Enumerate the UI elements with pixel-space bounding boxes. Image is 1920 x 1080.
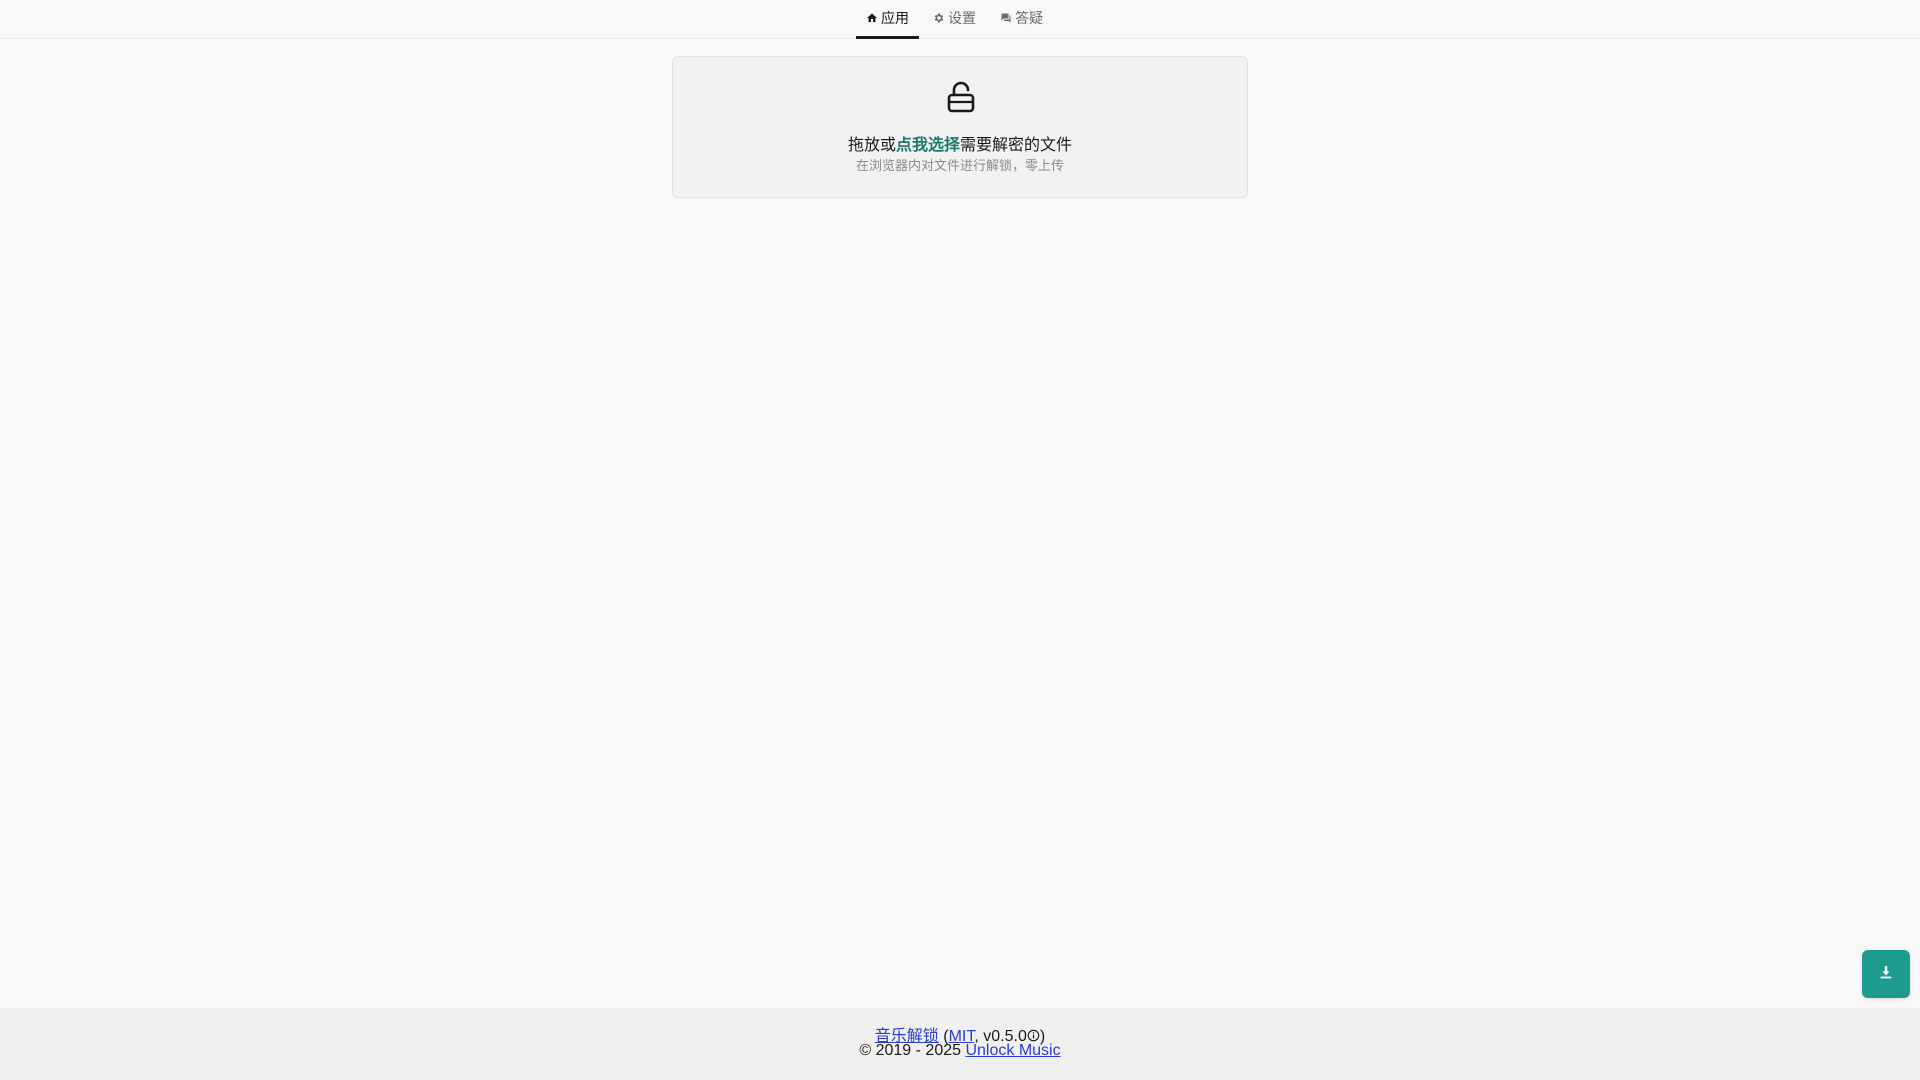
tab-settings-label: 设置 [948, 10, 976, 26]
home-icon [866, 12, 878, 24]
footer-copyright: © 2019 - 2025 Unlock Music [0, 1042, 1920, 1060]
tab-faq-label: 答疑 [1015, 10, 1043, 26]
footer: 音乐解锁 (MIT, v0.5.0) © 2019 - 2025 Unlock … [0, 1008, 1920, 1080]
download-all-button[interactable] [1862, 950, 1910, 998]
dropzone-title-prefix: 拖放或 [847, 137, 896, 154]
gear-icon [933, 12, 945, 24]
top-nav: 应用 设置 答疑 [0, 0, 1920, 39]
chat-icon [1000, 12, 1012, 24]
unlock-icon [946, 81, 976, 118]
tab-app[interactable]: 应用 [856, 0, 919, 39]
select-file-link[interactable]: 点我选择 [896, 137, 960, 154]
tab-faq[interactable]: 答疑 [990, 0, 1053, 39]
download-icon [1879, 965, 1893, 984]
dropzone-subtitle: 在浏览器内对文件进行解锁，零上传 [855, 158, 1064, 173]
copyright-text: © 2019 - 2025 [859, 1042, 966, 1059]
tab-app-label: 应用 [881, 10, 909, 26]
dropzone-title: 拖放或点我选择需要解密的文件 [673, 131, 1247, 155]
tab-settings[interactable]: 设置 [923, 0, 986, 39]
file-dropzone[interactable]: 拖放或点我选择需要解密的文件 在浏览器内对文件进行解锁，零上传 [672, 56, 1248, 198]
org-link[interactable]: Unlock Music [965, 1042, 1060, 1059]
app-root: 应用 设置 答疑 拖放或点我选择需要解密的文件 在浏览器内对文件进行解锁，零上传… [0, 0, 1920, 1080]
tab-list: 应用 设置 答疑 [856, 0, 1057, 39]
dropzone-title-suffix: 需要解密的文件 [960, 137, 1073, 154]
